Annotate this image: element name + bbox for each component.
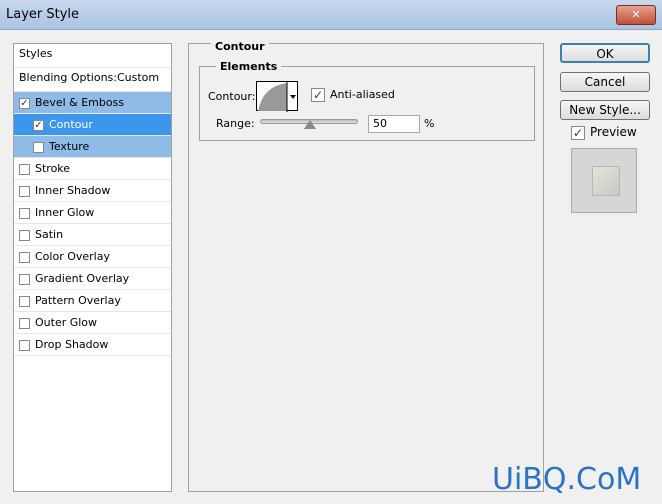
range-unit: % [424, 117, 435, 130]
style-item-label: Color Overlay [35, 250, 110, 263]
style-item-inner-shadow[interactable]: Inner Shadow [14, 180, 171, 202]
styles-header[interactable]: Styles [14, 44, 171, 68]
range-input[interactable]: 50 [368, 115, 420, 133]
preview-label: Preview [590, 125, 637, 139]
style-item-label: Contour [49, 118, 93, 131]
style-item-texture[interactable]: Texture [14, 136, 171, 158]
title-bar: Layer Style ✕ [0, 0, 662, 30]
style-item-inner-glow[interactable]: Inner Glow [14, 202, 171, 224]
style-item-label: Texture [49, 140, 90, 153]
slider-thumb[interactable] [304, 120, 316, 129]
style-item-label: Pattern Overlay [35, 294, 121, 307]
checkbox[interactable] [19, 251, 30, 263]
style-item-label: Bevel & Emboss [35, 96, 125, 109]
preview-checkbox[interactable]: ✓ Preview [571, 125, 637, 140]
check-icon: ✓ [311, 88, 325, 102]
checkbox[interactable] [19, 207, 30, 219]
style-item-contour[interactable]: ✓ Contour [14, 114, 171, 136]
checkbox[interactable]: ✓ [33, 119, 44, 131]
checkbox[interactable] [33, 141, 44, 153]
style-item-satin[interactable]: Satin [14, 224, 171, 246]
style-item-outer-glow[interactable]: Outer Glow [14, 312, 171, 334]
window-title: Layer Style [6, 7, 80, 22]
contour-label: Contour: [208, 90, 256, 103]
range-label: Range: [216, 117, 255, 130]
close-icon: ✕ [631, 8, 641, 21]
preview-swatch [592, 166, 620, 196]
style-item-label: Stroke [35, 162, 71, 175]
close-button[interactable]: ✕ [616, 5, 656, 25]
range-slider[interactable] [260, 119, 358, 129]
check-icon: ✓ [571, 125, 585, 140]
style-item-drop-shadow[interactable]: Drop Shadow [14, 334, 171, 356]
anti-aliased-checkbox[interactable]: ✓ Anti-aliased [311, 88, 395, 102]
anti-aliased-label: Anti-aliased [330, 88, 395, 101]
style-item-label: Satin [35, 228, 64, 241]
style-item-gradient-overlay[interactable]: Gradient Overlay [14, 268, 171, 290]
checkbox[interactable] [19, 339, 30, 351]
style-item-label: Gradient Overlay [35, 272, 130, 285]
checkbox[interactable] [19, 229, 30, 241]
style-item-label: Inner Glow [35, 206, 95, 219]
checkbox[interactable] [19, 163, 30, 175]
watermark: UiBQ.CoM [492, 462, 642, 497]
style-item-label: Outer Glow [35, 316, 98, 329]
styles-list: Styles Blending Options:Custom ✓ Bevel & … [13, 43, 172, 492]
style-item-bevel-emboss[interactable]: ✓ Bevel & Emboss [14, 92, 171, 114]
style-item-stroke[interactable]: Stroke [14, 158, 171, 180]
checkbox[interactable] [19, 185, 30, 197]
contour-picker[interactable] [256, 81, 298, 112]
contour-panel: Contour Elements [188, 40, 544, 492]
checkbox[interactable] [19, 295, 30, 307]
checkbox[interactable]: ✓ [19, 97, 30, 109]
style-item-pattern-overlay[interactable]: Pattern Overlay [14, 290, 171, 312]
style-item-color-overlay[interactable]: Color Overlay [14, 246, 171, 268]
style-item-label: Drop Shadow [35, 338, 109, 351]
group-title: Elements [216, 60, 282, 73]
cancel-button[interactable]: Cancel [560, 72, 650, 92]
style-item-label: Inner Shadow [35, 184, 111, 197]
style-preview [571, 148, 637, 213]
new-style-button[interactable]: New Style... [560, 100, 650, 120]
checkbox[interactable] [19, 317, 30, 329]
panel-title: Contour [211, 40, 269, 53]
checkbox[interactable] [19, 273, 30, 285]
ok-button[interactable]: OK [560, 43, 650, 63]
blending-options[interactable]: Blending Options:Custom [14, 68, 171, 92]
contour-curve-icon [258, 82, 296, 112]
